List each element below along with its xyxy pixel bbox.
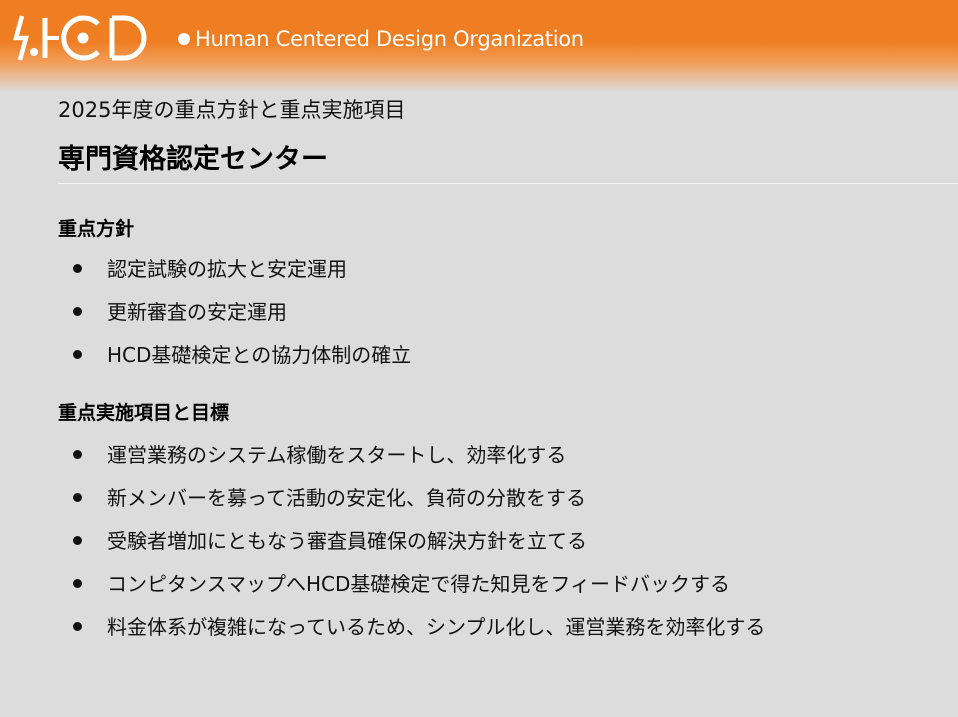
slide-subtitle: 2025年度の重点方針と重点実施項目 bbox=[58, 98, 406, 122]
list-item-text: 認定試験の拡大と安定運用 bbox=[107, 257, 347, 281]
list-item-text: 料金体系が複雑になっているため、シンプル化し、運営業務を効率化する bbox=[107, 615, 766, 639]
org-name: Human Centered Design Organization bbox=[178, 22, 584, 56]
section-heading-actions: 重点実施項目と目標 bbox=[58, 402, 230, 424]
bullet-icon bbox=[73, 622, 82, 631]
bullet-icon bbox=[73, 450, 82, 459]
bullet-icon bbox=[73, 493, 82, 502]
slide-title: 専門資格認定センター bbox=[58, 144, 328, 175]
org-name-text: Human Centered Design Organization bbox=[195, 27, 584, 51]
org-dot-icon bbox=[178, 33, 190, 45]
title-divider bbox=[58, 183, 958, 184]
list-item-text: HCD基礎検定との協力体制の確立 bbox=[107, 343, 412, 367]
hcd-logo bbox=[12, 12, 164, 64]
hcd-logo-mark bbox=[13, 15, 147, 61]
bullet-icon bbox=[73, 350, 82, 359]
list-item-text: 運営業務のシステム稼働をスタートし、効率化する bbox=[107, 443, 567, 467]
list-item-text: 更新審査の安定運用 bbox=[107, 300, 287, 324]
bullet-icon bbox=[73, 536, 82, 545]
bullet-icon bbox=[73, 307, 82, 316]
bullet-icon bbox=[73, 264, 82, 273]
section-heading-policy: 重点方針 bbox=[58, 218, 135, 240]
list-item-text: コンピタンスマップへHCD基礎検定で得た知見をフィードバックする bbox=[107, 572, 731, 596]
list-item-text: 受験者増加にともなう審査員確保の解決方針を立てる bbox=[107, 529, 587, 553]
bullet-icon bbox=[73, 579, 82, 588]
list-item-text: 新メンバーを募って活動の安定化、負荷の分散をする bbox=[107, 486, 586, 510]
